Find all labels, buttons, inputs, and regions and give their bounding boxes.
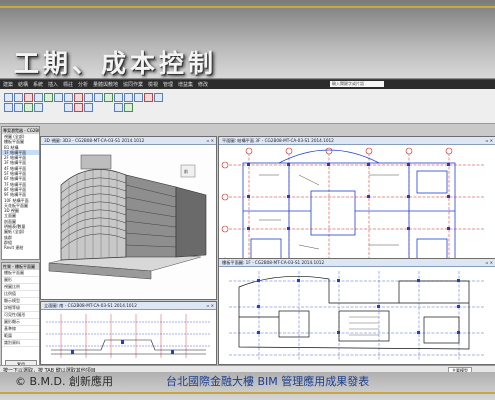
properties-title: 性質 - 樓板平面圖 [2, 263, 39, 270]
slide-title: 工期、成本控制 [14, 49, 218, 78]
view-3d-title: 3D 視圖: 3D3 - CG2B08-MT-CA-03-S1 2014.101… [41, 137, 216, 145]
property-row[interactable]: 可見性/圖形 [2, 312, 39, 319]
dimension-icon[interactable] [114, 103, 123, 112]
footer-caption: 台北國際金融大樓 BIM 管理應用成果發表 [166, 375, 370, 388]
modify-icon[interactable] [4, 93, 13, 102]
project-browser: 專案瀏覽器 - CG2B08-MT-CA-03-S1 視圖 (全部)樓板平面圖B… [1, 126, 40, 260]
copy-icon[interactable] [84, 93, 93, 102]
project-browser-list: 視圖 (全部) 樓板平面圖 B1 結構 1F 結構平面 2F 結構平面 3F 結構平面 4F… [2, 134, 39, 251]
top-gold-rule [0, 6, 495, 8]
mirror-icon[interactable] [64, 93, 73, 102]
floor-plan-2-drawing [219, 267, 495, 364]
view-icon[interactable] [64, 103, 73, 112]
split-icon[interactable] [114, 93, 123, 102]
svg-text:前: 前 [184, 168, 188, 174]
elevation-view-window[interactable]: 立面圖: 南 - CG2B08-MT-CA-03-S1 2014.1012 [40, 301, 217, 365]
ribbon-tab[interactable]: 檢視 [148, 81, 158, 88]
delete-icon[interactable] [154, 93, 163, 102]
floor-plan-view-title: 樓板平面圖: 1F - CG2B08-MT-CA-03-S1 2014.1012 [219, 259, 495, 267]
ribbon-tab[interactable]: 插入 [48, 81, 58, 88]
footer-left-caption: © B.M.D. 創新應用 [15, 375, 113, 388]
ribbon-panel [0, 89, 495, 124]
ribbon-tab-bar: 建築 結構 系統 插入 標註 分析 量體與敷地 協同作業 檢視 管理 增益集 修… [0, 80, 495, 89]
ribbon-tab[interactable]: 分析 [78, 81, 88, 88]
property-row[interactable]: 圖形 [2, 277, 39, 284]
ribbon-tab[interactable]: 量體與敷地 [93, 81, 118, 88]
revit-screenshot: 建築 結構 系統 插入 標註 分析 量體與敷地 協同作業 檢視 管理 增益集 修… [0, 79, 495, 375]
align-icon[interactable] [44, 93, 53, 102]
project-browser-title: 專案瀏覽器 - CG2B08-MT-CA-03-S1 [2, 127, 39, 134]
create-icon[interactable] [84, 103, 93, 112]
trim-icon[interactable] [104, 93, 113, 102]
building-3d-model: 前 [41, 145, 216, 299]
properties-list: 樓板平面圖 圖形 視圖比例 比例值 顯示模型 詳細等級 可見性/圖形 圖形顯示 基準線 範圍 識別資… [2, 270, 39, 347]
cut-icon[interactable] [24, 93, 33, 102]
elevation-view-title: 立面圖: 南 - CG2B08-MT-CA-03-S1 2014.1012 [41, 302, 216, 310]
ribbon-tab[interactable]: 修改 [198, 81, 208, 88]
ribbon-tab[interactable]: 增益集 [178, 81, 193, 88]
browser-item[interactable]: Revit 連結 [2, 245, 39, 250]
floor-plan-view-window[interactable]: 樓板平面圖: 1F - CG2B08-MT-CA-03-S1 2014.1012 [218, 258, 495, 365]
ribbon-tab[interactable]: 協同作業 [123, 81, 143, 88]
pin-icon[interactable] [144, 93, 153, 102]
measure-icon[interactable] [74, 103, 83, 112]
ribbon-tab[interactable]: 管理 [163, 81, 173, 88]
rotate-icon[interactable] [94, 93, 103, 102]
view-3d-window[interactable]: 3D 視圖: 3D3 - CG2B08-MT-CA-03-S1 2014.101… [40, 136, 217, 300]
scale-icon[interactable] [134, 93, 143, 102]
match-icon[interactable] [24, 103, 33, 112]
select-icon[interactable] [4, 103, 13, 112]
property-row[interactable]: 識別資料 [2, 340, 39, 347]
bottom-gold-rule [0, 392, 495, 394]
elevation-drawing [41, 310, 216, 364]
ribbon-tab[interactable]: 標註 [63, 81, 73, 88]
offset-icon[interactable] [54, 93, 63, 102]
array-icon[interactable] [124, 93, 133, 102]
geometry-icon[interactable] [34, 103, 43, 112]
property-row[interactable]: 比例值 [2, 291, 39, 298]
property-row[interactable]: 基準線 [2, 326, 39, 333]
paste-icon[interactable] [14, 93, 23, 102]
property-row[interactable]: 樓板平面圖 [2, 270, 39, 277]
properties-icon[interactable] [14, 103, 23, 112]
plan-view-title: 平面圖: 結構平面 3F - CG2B08-MT-CA-03-S1 2014.1… [219, 137, 495, 145]
search-input[interactable]: 輸入關鍵字或片語 [330, 81, 384, 87]
ribbon-tab[interactable]: 結構 [18, 81, 28, 88]
property-row[interactable]: 視圖比例 [2, 284, 39, 291]
move-icon[interactable] [74, 93, 83, 102]
ribbon-tab[interactable]: 建築 [3, 81, 13, 88]
properties-panel: 性質 - 樓板平面圖 樓板平面圖 圖形 視圖比例 比例值 顯示模型 詳細等級 可見性/圖形圖… [1, 262, 40, 374]
property-row[interactable]: 詳細等級 [2, 305, 39, 312]
property-row[interactable]: 圖形顯示 [2, 319, 39, 326]
join-icon[interactable] [34, 93, 43, 102]
property-row[interactable]: 顯示模型 [2, 298, 39, 305]
tag-icon[interactable] [124, 103, 133, 112]
ribbon-tab[interactable]: 系統 [33, 81, 43, 88]
property-row[interactable]: 範圍 [2, 333, 39, 340]
